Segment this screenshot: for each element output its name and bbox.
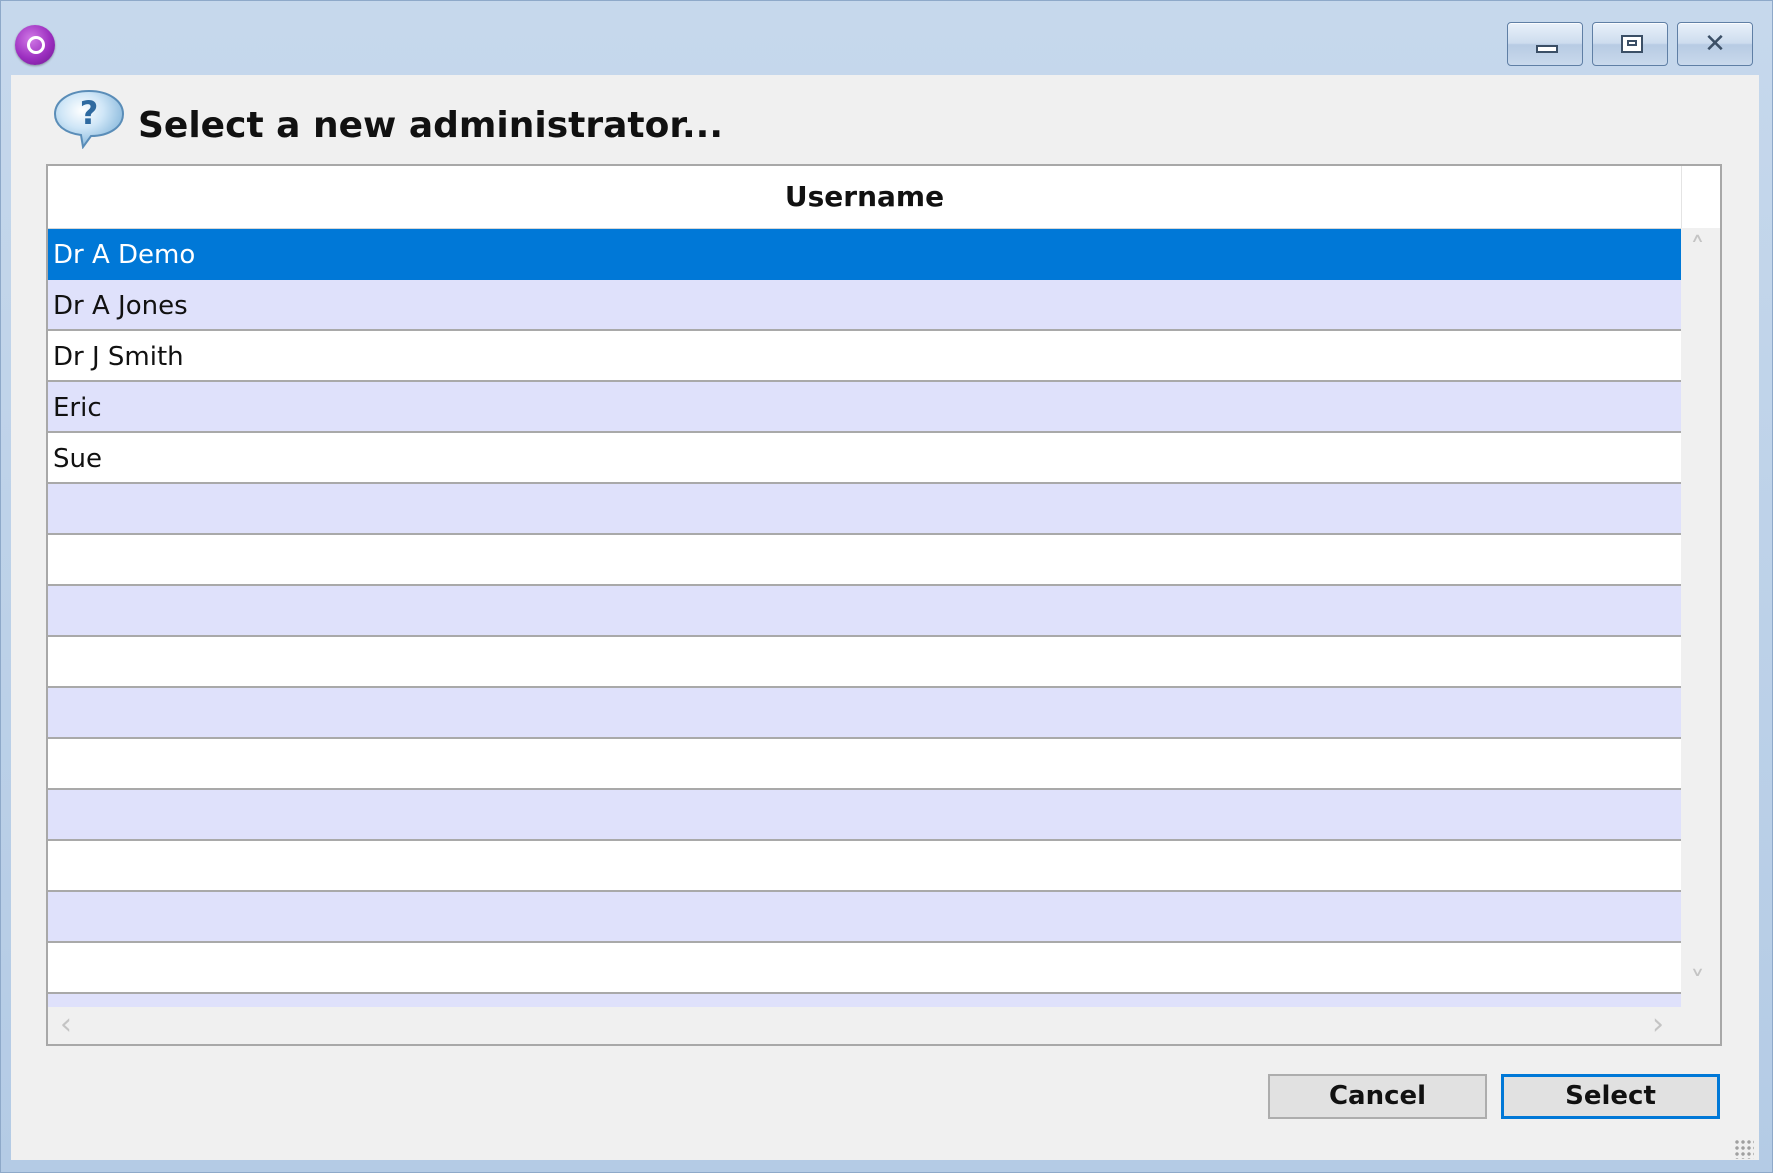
svg-text:?: ? bbox=[80, 94, 99, 132]
maximize-icon bbox=[1593, 23, 1667, 65]
table-row[interactable] bbox=[48, 535, 1681, 586]
select-button[interactable]: Select bbox=[1501, 1074, 1720, 1119]
vertical-scrollbar[interactable]: ˄ ˅ bbox=[1681, 228, 1720, 1007]
username-grid[interactable]: Username Dr A Demo Dr A Jones Dr J Smith Er… bbox=[46, 164, 1722, 1046]
chevron-right-icon[interactable]: › bbox=[1652, 1007, 1664, 1042]
dialog-window: ✕ ? Select a new administrator... Userna… bbox=[0, 0, 1773, 1173]
grid-corner bbox=[1681, 166, 1720, 228]
table-row[interactable] bbox=[48, 484, 1681, 535]
dialog-title: Select a new administrator... bbox=[138, 105, 723, 146]
table-row[interactable] bbox=[48, 892, 1681, 943]
table-row[interactable] bbox=[48, 586, 1681, 637]
horizontal-scrollbar[interactable]: ‹ › bbox=[48, 1007, 1720, 1044]
table-row[interactable] bbox=[48, 688, 1681, 739]
chevron-left-icon[interactable]: ‹ bbox=[60, 1007, 72, 1042]
table-row[interactable]: Dr A Demo bbox=[48, 229, 1681, 280]
table-row[interactable] bbox=[48, 841, 1681, 892]
app-icon[interactable] bbox=[15, 25, 55, 65]
table-row[interactable]: Sue bbox=[48, 433, 1681, 484]
close-button[interactable]: ✕ bbox=[1677, 22, 1753, 66]
cancel-button[interactable]: Cancel bbox=[1268, 1074, 1487, 1119]
table-row[interactable] bbox=[48, 739, 1681, 790]
table-row[interactable] bbox=[48, 790, 1681, 841]
chevron-up-icon[interactable]: ˄ bbox=[1690, 232, 1705, 267]
column-header-username[interactable]: Username bbox=[48, 166, 1681, 229]
title-bar[interactable]: ✕ bbox=[1, 1, 1772, 75]
table-row[interactable] bbox=[48, 943, 1681, 994]
resize-grip[interactable] bbox=[1734, 1139, 1754, 1159]
table-row[interactable] bbox=[48, 994, 1681, 1007]
close-icon: ✕ bbox=[1704, 29, 1726, 59]
table-row[interactable]: Dr A Jones bbox=[48, 280, 1681, 331]
help-question-icon: ? bbox=[53, 89, 125, 149]
minimize-button[interactable] bbox=[1507, 22, 1583, 66]
minimize-icon bbox=[1508, 23, 1582, 65]
grid-rows: Dr A Demo Dr A Jones Dr J Smith Eric Sue bbox=[48, 229, 1681, 1007]
maximize-button[interactable] bbox=[1592, 22, 1668, 66]
table-row[interactable] bbox=[48, 637, 1681, 688]
table-row[interactable]: Dr J Smith bbox=[48, 331, 1681, 382]
table-row[interactable]: Eric bbox=[48, 382, 1681, 433]
chevron-down-icon[interactable]: ˅ bbox=[1690, 966, 1705, 1001]
